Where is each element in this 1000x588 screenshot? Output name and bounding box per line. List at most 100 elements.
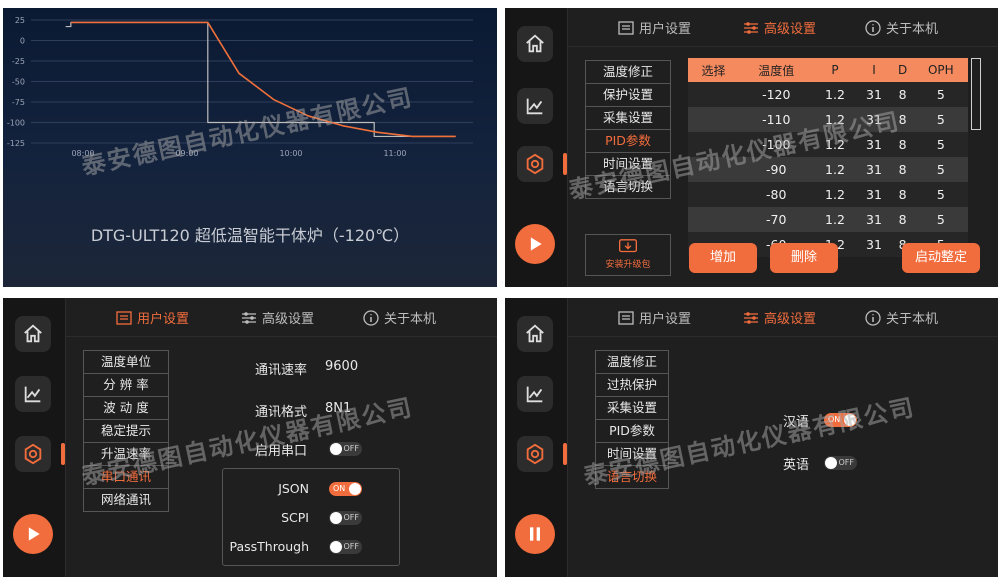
tab-advanced-settings[interactable]: 高级设置	[241, 308, 314, 327]
chinese-toggle[interactable]: ON	[824, 413, 857, 427]
data-format-value[interactable]: 8N1	[325, 401, 351, 416]
menu-item-time[interactable]: 时间设置	[586, 153, 670, 176]
download-icon	[619, 239, 637, 253]
menu-item-resolution[interactable]: 分 辨 率	[84, 374, 168, 397]
pid-cell: 5	[913, 157, 968, 182]
toggle-state: OFF	[838, 458, 855, 467]
pid-cell: 1.2	[813, 182, 857, 207]
menu-item-fluctuation[interactable]: 波 动 度	[84, 397, 168, 420]
protocol-scpi-toggle[interactable]: OFF	[329, 511, 362, 525]
menu-item-pid[interactable]: PID参数	[586, 130, 670, 153]
tab-label: 关于本机	[384, 312, 437, 327]
menu-item-temp-unit[interactable]: 温度单位	[84, 351, 168, 374]
table-row[interactable]: -100 1.2 31 8 5	[688, 132, 968, 157]
data-format-label: 通讯格式	[255, 405, 308, 420]
chart-button[interactable]	[15, 376, 51, 412]
tab-advanced-settings[interactable]: 高级设置	[743, 308, 816, 327]
y-tick-label: 0	[20, 37, 25, 46]
pid-cell: 5	[913, 207, 968, 232]
menu-item-heating-rate[interactable]: 升温速率	[84, 443, 168, 466]
menu-item-stability-hint[interactable]: 稳定提示	[84, 420, 168, 443]
home-button[interactable]	[517, 26, 553, 62]
tab-bar: 用户设置 高级设置 关于本机	[66, 298, 497, 337]
play-icon	[28, 527, 40, 541]
pid-cell: 8	[891, 182, 914, 207]
baud-rate-label: 通讯速率	[255, 363, 308, 378]
menu-item-language[interactable]: 语言切换	[596, 466, 668, 488]
advanced-menu: 温度修正 保护设置 采集设置 PID参数 时间设置 语言切换	[585, 60, 671, 199]
chart-caption: DTG-ULT120 超低温智能干体炉（-120℃）	[90, 226, 410, 245]
menu-item-temp-correction[interactable]: 温度修正	[586, 61, 670, 84]
pid-cell: 1.2	[813, 107, 857, 132]
tab-advanced-settings[interactable]: 高级设置	[743, 18, 816, 37]
home-button[interactable]	[15, 316, 51, 352]
protocol-scpi-label: SCPI	[281, 510, 309, 525]
pid-select-cell[interactable]	[688, 157, 739, 182]
menu-item-pid[interactable]: PID参数	[596, 420, 668, 443]
menu-item-language[interactable]: 语言切换	[586, 176, 670, 198]
protocol-passthrough-label: PassThrough	[229, 539, 309, 554]
protocol-passthrough-toggle[interactable]: OFF	[329, 540, 362, 554]
start-button[interactable]	[13, 514, 53, 554]
tab-user-settings[interactable]: 用户设置	[116, 308, 189, 327]
menu-item-time[interactable]: 时间设置	[596, 443, 668, 466]
pid-scrollbar[interactable]	[971, 58, 981, 130]
tab-user-settings[interactable]: 用户设置	[618, 18, 691, 37]
chart-line-icon	[24, 386, 41, 403]
delete-button[interactable]: 删除	[770, 243, 838, 273]
y-tick-label: -25	[12, 57, 25, 66]
pid-cell: -70	[739, 207, 814, 232]
sidebar	[505, 298, 568, 577]
protocol-group: JSON ON SCPI OFF PassThrough OFF	[222, 468, 400, 566]
pause-button[interactable]	[515, 514, 555, 554]
pid-select-cell[interactable]	[688, 207, 739, 232]
table-row[interactable]: -120 1.2 31 8 5	[688, 82, 968, 107]
tab-about[interactable]: 关于本机	[865, 18, 938, 37]
pid-select-cell[interactable]	[688, 182, 739, 207]
settings-button[interactable]	[517, 436, 553, 472]
tab-about[interactable]: 关于本机	[363, 308, 436, 327]
install-package-button[interactable]: 安装升级包	[585, 234, 671, 276]
start-button[interactable]	[515, 224, 555, 264]
menu-item-acquisition[interactable]: 采集设置	[586, 107, 670, 130]
toggle-knob	[330, 512, 342, 524]
tab-user-settings[interactable]: 用户设置	[618, 308, 691, 327]
settings-button[interactable]	[517, 146, 553, 182]
settings-button[interactable]	[15, 436, 51, 472]
table-row[interactable]: -70 1.2 31 8 5	[688, 207, 968, 232]
menu-item-serial[interactable]: 串口通讯	[84, 466, 168, 489]
enable-serial-toggle[interactable]: OFF	[329, 442, 362, 456]
protocol-json-toggle[interactable]: ON	[329, 482, 362, 496]
table-row[interactable]: -110 1.2 31 8 5	[688, 107, 968, 132]
pid-cell: 31	[856, 107, 892, 132]
autotune-button[interactable]: 启动整定	[902, 243, 980, 273]
menu-item-overheat[interactable]: 过热保护	[596, 374, 668, 397]
home-icon	[24, 324, 42, 343]
chart-line-icon	[526, 98, 543, 115]
add-button[interactable]: 增加	[689, 243, 757, 273]
table-row[interactable]: -90 1.2 31 8 5	[688, 157, 968, 182]
menu-item-network[interactable]: 网络通讯	[84, 489, 168, 511]
menu-item-acquisition[interactable]: 采集设置	[596, 397, 668, 420]
y-tick-label: -100	[7, 119, 25, 128]
pid-header-cell: 选择	[688, 58, 739, 82]
home-button[interactable]	[517, 316, 553, 352]
pid-select-cell[interactable]	[688, 132, 739, 157]
sidebar	[505, 8, 568, 287]
menu-item-temp-correction[interactable]: 温度修正	[596, 351, 668, 374]
serial-settings-panel: 用户设置 高级设置 关于本机 温度单位 分 辨 率 波 动 度 稳定提示 升温速…	[3, 298, 497, 577]
x-tick-label: 10:00	[279, 149, 302, 158]
english-toggle[interactable]: OFF	[824, 456, 857, 470]
tab-about[interactable]: 关于本机	[865, 308, 938, 327]
chart-button[interactable]	[517, 376, 553, 412]
toggle-state: ON	[828, 415, 841, 424]
pid-cell: 1.2	[813, 157, 857, 182]
pid-select-cell[interactable]	[688, 82, 739, 107]
pid-select-cell[interactable]	[688, 107, 739, 132]
sidebar	[3, 298, 66, 577]
chart-button[interactable]	[517, 88, 553, 124]
baud-rate-value[interactable]: 9600	[325, 359, 358, 374]
info-icon	[865, 309, 881, 326]
menu-item-protection[interactable]: 保护设置	[586, 84, 670, 107]
table-row[interactable]: -80 1.2 31 8 5	[688, 182, 968, 207]
